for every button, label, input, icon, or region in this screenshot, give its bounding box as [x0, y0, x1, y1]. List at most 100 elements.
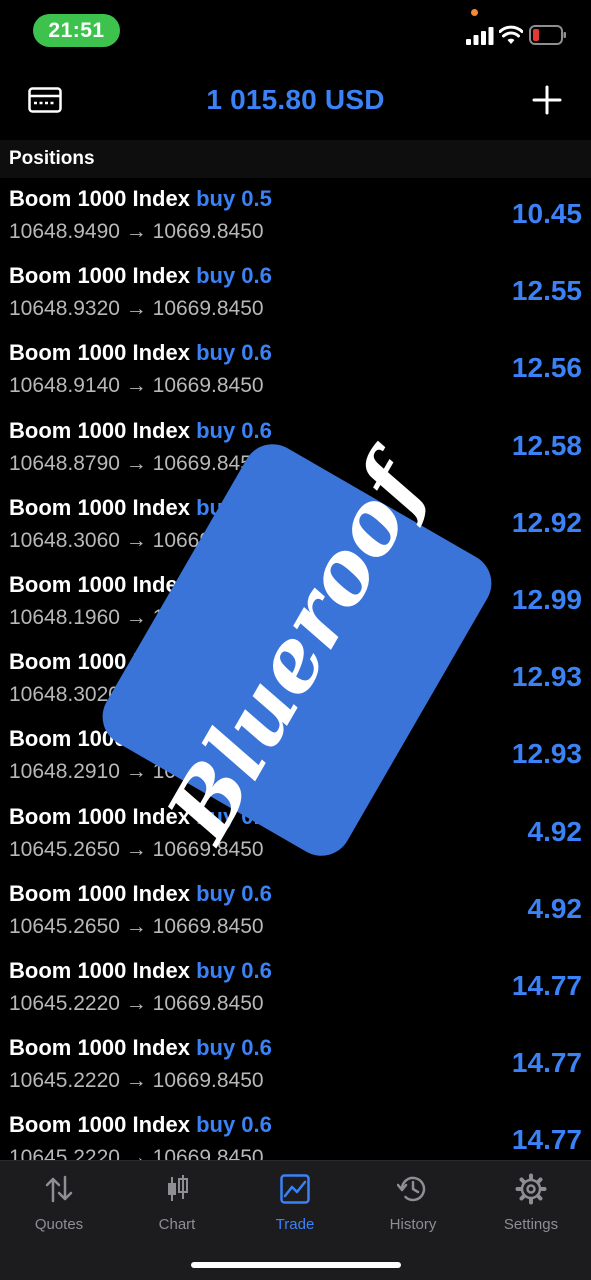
trade-chart-icon	[280, 1174, 310, 1204]
position-row[interactable]: Boom 1000 Index buy 0.6 10648.9320 → 1066…	[0, 255, 591, 332]
position-profit: 12.58	[511, 429, 582, 461]
position-profit: 14.77	[511, 969, 582, 1001]
open-price: 10645.2220	[9, 1069, 120, 1093]
position-prices: 10648.9140 → 10669.8450	[9, 374, 264, 398]
tab-history[interactable]: History	[354, 1173, 472, 1243]
position-title: Boom 1000 Index buy 0.6	[9, 958, 272, 984]
position-symbol: Boom 1000 Index	[9, 571, 190, 597]
position-row[interactable]: Boom 1000 Index buy 0.5 10648.9490 → 1066…	[0, 178, 591, 255]
arrow-right-icon: →	[125, 451, 147, 475]
arrow-right-icon: →	[125, 837, 147, 861]
position-prices: 10648.8790 → 10669.8450	[9, 452, 264, 476]
position-profit: 4.92	[527, 815, 583, 847]
position-title: Boom 1000 Index buy 0.6	[9, 340, 272, 366]
quotes-arrows-icon	[45, 1175, 73, 1203]
current-price: 10669.8450	[152, 1069, 264, 1093]
current-price: 10669.8450	[152, 991, 264, 1015]
open-price: 10648.1960	[9, 605, 120, 629]
account-header: 1 015.80 USD	[0, 62, 591, 140]
positions-section-header: Positions	[0, 140, 591, 178]
open-price: 10645.2220	[9, 991, 120, 1015]
position-profit: 12.56	[511, 352, 582, 384]
tab-trade[interactable]: Trade	[236, 1173, 354, 1243]
candlestick-icon	[168, 1175, 188, 1201]
position-symbol: Boom 1000 Index	[9, 263, 190, 289]
position-symbol: Boom 1000 Index	[9, 494, 190, 520]
privacy-indicator-dot	[471, 9, 478, 16]
position-profit: 14.77	[511, 1124, 582, 1156]
wifi-icon	[499, 25, 523, 44]
open-price: 10648.2910	[9, 760, 120, 784]
home-indicator[interactable]	[191, 1262, 401, 1268]
position-side-volume: buy 0.6	[196, 1035, 272, 1061]
position-symbol: Boom 1000 Index	[9, 340, 190, 366]
position-side-volume: buy 0.6	[196, 880, 272, 906]
current-price: 10669.8450	[152, 220, 264, 243]
arrow-right-icon: →	[125, 1069, 147, 1093]
position-row[interactable]: Boom 1000 Index buy 0.6 10645.2220 → 1066…	[0, 950, 591, 1027]
position-profit: 4.92	[527, 892, 583, 924]
gear-icon	[515, 1173, 547, 1205]
arrow-right-icon: →	[125, 1146, 147, 1160]
status-bar: 21:51	[0, 0, 591, 62]
position-symbol: Boom 1000 Index	[9, 1035, 190, 1061]
tab-chart-label: Chart	[158, 1216, 196, 1233]
tab-quotes[interactable]: Quotes	[0, 1173, 118, 1243]
account-balance[interactable]: 1 015.80 USD	[0, 84, 591, 116]
position-profit: 12.93	[511, 661, 582, 693]
position-profit: 12.92	[511, 506, 582, 538]
position-row[interactable]: Boom 1000 Index buy 0.6 10645.2220 → 1066…	[0, 1104, 591, 1160]
arrow-right-icon: →	[125, 220, 147, 243]
position-side-volume: buy 0.6	[196, 1112, 272, 1138]
position-title: Boom 1000 Index buy 0.5	[9, 186, 272, 212]
add-order-plus-icon[interactable]	[532, 85, 562, 115]
position-profit: 12.93	[511, 738, 582, 770]
position-symbol: Boom 1000 Index	[9, 880, 190, 906]
open-price: 10648.8790	[9, 451, 120, 475]
position-profit: 14.77	[511, 1047, 582, 1079]
battery-icon	[529, 25, 566, 45]
open-price: 10645.2650	[9, 837, 120, 861]
position-prices: 10645.2650 → 10669.8450	[9, 915, 264, 939]
open-price: 10648.9320	[9, 297, 120, 321]
position-title: Boom 1000 Index buy 0.6	[9, 263, 272, 289]
current-price: 10669.8450	[152, 297, 264, 321]
position-title: Boom 1000 Index buy 0.6	[9, 1035, 272, 1061]
position-row[interactable]: Boom 1000 Index buy 0.6 10645.2220 → 1066…	[0, 1027, 591, 1104]
position-side-volume: buy 0.6	[196, 340, 272, 366]
arrow-right-icon: →	[125, 760, 147, 784]
position-side-volume: buy 0.5	[196, 186, 272, 211]
history-clock-icon	[397, 1176, 426, 1202]
position-side-volume: buy 0.6	[196, 957, 272, 983]
cellular-signal-icon	[466, 27, 494, 45]
position-side-volume: buy 0.6	[196, 263, 272, 289]
open-price: 10645.2220	[9, 1146, 120, 1160]
position-row[interactable]: Boom 1000 Index buy 0.6 10648.9140 → 1066…	[0, 332, 591, 409]
tab-settings[interactable]: Settings	[472, 1173, 590, 1243]
position-title: Boom 1000 Index buy 0.6	[9, 1112, 272, 1138]
arrow-right-icon: →	[125, 991, 147, 1015]
position-symbol: Boom 1000 Index	[9, 417, 190, 443]
current-price: 10669.8450	[152, 914, 264, 938]
tab-quotes-label: Quotes	[34, 1216, 84, 1233]
position-prices: 10648.9320 → 10669.8450	[9, 297, 264, 321]
open-price: 10648.3060	[9, 528, 120, 552]
position-symbol: Boom 1000 Index	[9, 1112, 190, 1138]
current-price: 10669.8450	[152, 1146, 264, 1160]
position-prices: 10648.9490 → 10669.8450	[9, 220, 264, 244]
tab-history-label: History	[389, 1216, 437, 1233]
position-symbol: Boom 1000 Index	[9, 186, 190, 211]
position-symbol: Boom 1000 Index	[9, 957, 190, 983]
open-price: 10648.3020	[9, 683, 120, 707]
current-price: 10669.8450	[152, 374, 264, 398]
arrow-right-icon: →	[125, 528, 147, 552]
position-prices: 10645.2220 → 10669.8450	[9, 1146, 264, 1160]
position-row[interactable]: Boom 1000 Index buy 0.6 10645.2650 → 1066…	[0, 873, 591, 950]
tab-trade-label: Trade	[275, 1216, 315, 1233]
position-profit: 12.55	[511, 275, 582, 307]
tab-settings-label: Settings	[503, 1216, 559, 1233]
tab-chart[interactable]: Chart	[118, 1173, 236, 1243]
open-price: 10645.2650	[9, 914, 120, 938]
arrow-right-icon: →	[125, 605, 147, 629]
status-time: 21:51	[33, 14, 120, 47]
